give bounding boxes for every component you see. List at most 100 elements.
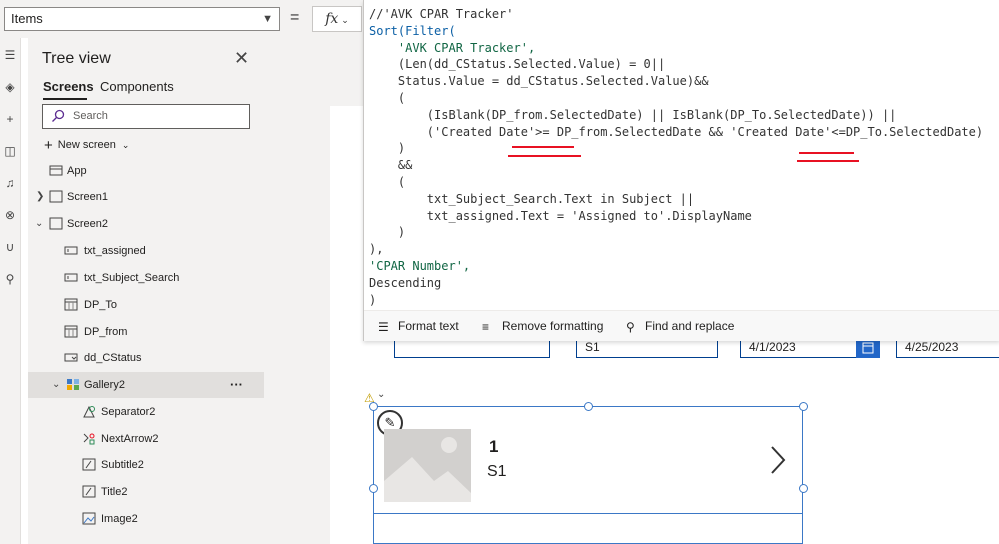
tree-node-screen2[interactable]: ⌄ Screen2 (28, 211, 264, 237)
resize-handle[interactable] (584, 402, 593, 411)
code-line: ('Created Date'>= DP_from.SelectedDate &… (369, 124, 984, 139)
tree-node-image2[interactable]: Image2 (28, 506, 264, 532)
tree-node-screen1[interactable]: ❯ Screen1 (28, 184, 264, 210)
code-line: 'AVK CPAR Tracker', (369, 40, 536, 55)
more-options-icon[interactable]: ··· (230, 372, 243, 398)
screen-icon (49, 190, 63, 203)
status-dropdown-control[interactable] (394, 338, 550, 358)
close-icon[interactable]: ✕ (234, 48, 249, 69)
media-icon[interactable]: ♫ (3, 176, 17, 190)
resize-handle[interactable] (799, 402, 808, 411)
gallery-item-title: 1 (489, 437, 499, 456)
gallery-item-subtitle: S1 (487, 463, 507, 480)
resize-handle[interactable] (799, 484, 808, 493)
tree-search-input[interactable]: Search (42, 104, 250, 129)
image-icon (82, 512, 96, 525)
next-arrow-icon[interactable] (768, 445, 788, 475)
tree-node-label: Title2 (101, 486, 128, 498)
label-icon (82, 458, 96, 471)
tree-node-dd-cstatus[interactable]: dd_CStatus (28, 345, 264, 371)
insert-icon[interactable]: + (3, 112, 17, 126)
format-text-button[interactable]: ☰ Format text (378, 319, 459, 334)
property-value: Items (11, 11, 43, 26)
code-line: ( (369, 174, 406, 189)
code-line: txt_assigned.Text = 'Assigned to'.Displa… (369, 208, 752, 223)
new-screen-button[interactable]: + New screen ⌄ (44, 137, 129, 154)
calendar-icon (64, 325, 78, 338)
gallery-icon (67, 379, 79, 390)
variables-icon[interactable]: ∪ (3, 240, 17, 254)
code-line: Descending (369, 275, 442, 290)
tree-node-app[interactable]: App (28, 158, 264, 184)
code-line: ) (369, 141, 406, 156)
tree-node-txt-assigned[interactable]: txt_assigned (28, 238, 264, 264)
new-screen-label: New screen (57, 139, 116, 151)
find-replace-button[interactable]: ⚲ Find and replace (626, 319, 734, 334)
resize-handle[interactable] (369, 484, 378, 493)
resize-handle[interactable] (369, 402, 378, 411)
tree-node-dp-to[interactable]: DP_To (28, 292, 264, 318)
editor-toolbar: ☰ Format text ≡ Remove formatting ⚲ Find an… (364, 310, 999, 341)
label-icon (82, 485, 96, 498)
tree-node-label: Image2 (101, 513, 138, 525)
power-automate-icon[interactable]: ⊗ (3, 208, 17, 222)
subject-search-control[interactable]: S1 (576, 338, 718, 358)
tab-components[interactable]: Components (100, 79, 174, 94)
tree-node-txt-subject-search[interactable]: txt_Subject_Search (28, 265, 264, 291)
tree-node-title2[interactable]: Title2 (28, 479, 264, 505)
app-icon (49, 165, 63, 176)
search-icon: ⚲ (626, 320, 635, 334)
tree-node-gallery2[interactable]: ⌄ Gallery2 ··· (28, 372, 264, 398)
gallery-template-item[interactable]: ✎ 1 S1 (374, 407, 802, 514)
dropdown-icon (64, 353, 78, 362)
from-date-value: 4/1/2023 (749, 340, 796, 354)
tree-node-label: App (67, 165, 87, 177)
format-text-label: Format text (398, 319, 459, 333)
tree-node-label: Separator2 (101, 406, 156, 418)
formula-editor[interactable]: //'AVK CPAR Tracker' Sort(Filter( 'AVK C… (363, 0, 999, 341)
tree-node-nextarrow2[interactable]: NextArrow2 (28, 426, 264, 452)
to-date-value: 4/25/2023 (905, 340, 959, 354)
text-input-icon (64, 273, 78, 282)
image-placeholder (384, 429, 471, 502)
tree-view-title: Tree view (42, 50, 111, 67)
search-icon[interactable]: ⚲ (3, 272, 17, 286)
menu-icon[interactable]: ☰ (3, 48, 17, 62)
search-icon (52, 109, 65, 122)
calendar-icon (862, 342, 874, 354)
tree-node-separator2[interactable]: Separator2 (28, 399, 264, 425)
subject-search-value: S1 (585, 340, 600, 354)
calendar-button[interactable] (856, 338, 880, 358)
tree-node-label: dd_CStatus (84, 352, 142, 364)
tree-node-dp-from[interactable]: DP_from (28, 319, 264, 345)
property-dropdown[interactable]: Items ▼ (4, 7, 280, 31)
code-line: && (369, 158, 413, 173)
tree-node-label: NextArrow2 (101, 433, 159, 445)
tree-node-label: Subtitle2 (101, 459, 144, 471)
tree-node-label: txt_Subject_Search (84, 272, 180, 284)
data-icon[interactable]: ◫ (3, 144, 17, 158)
code-line: (Len(dd_CStatus.Selected.Value) = 0|| (369, 57, 666, 72)
equals-sign: = (290, 9, 300, 26)
tree-node-label: Screen2 (67, 218, 108, 230)
icons-icon (83, 433, 95, 445)
red-underline (797, 160, 859, 162)
text-input-icon (64, 246, 78, 255)
chevron-down-icon[interactable]: ⌄ (377, 389, 385, 400)
formula-code[interactable]: //'AVK CPAR Tracker' Sort(Filter( 'AVK C… (369, 6, 983, 308)
fx-button[interactable]: fx ⌄ (312, 6, 362, 32)
code-line: Status.Value = dd_CStatus.Selected.Value… (369, 74, 709, 89)
tree-node-label: Screen1 (67, 191, 108, 203)
red-underline (512, 146, 574, 148)
chevron-down-icon: ⌄ (35, 218, 44, 229)
tab-screens[interactable]: Screens (43, 79, 94, 94)
tree-view-panel: Tree view ✕ Screens Components Search + N… (28, 38, 264, 544)
to-date-picker[interactable]: 4/25/2023 (896, 338, 999, 358)
chevron-down-icon: ⌄ (121, 140, 130, 150)
gallery2[interactable]: ✎ 1 S1 (373, 406, 803, 544)
red-underline (799, 152, 854, 154)
tree-node-label: Gallery2 (84, 379, 125, 391)
remove-formatting-button[interactable]: ≡ Remove formatting (482, 319, 603, 334)
layers-icon[interactable]: ◈ (3, 80, 17, 94)
tree-node-subtitle2[interactable]: Subtitle2 (28, 452, 264, 478)
